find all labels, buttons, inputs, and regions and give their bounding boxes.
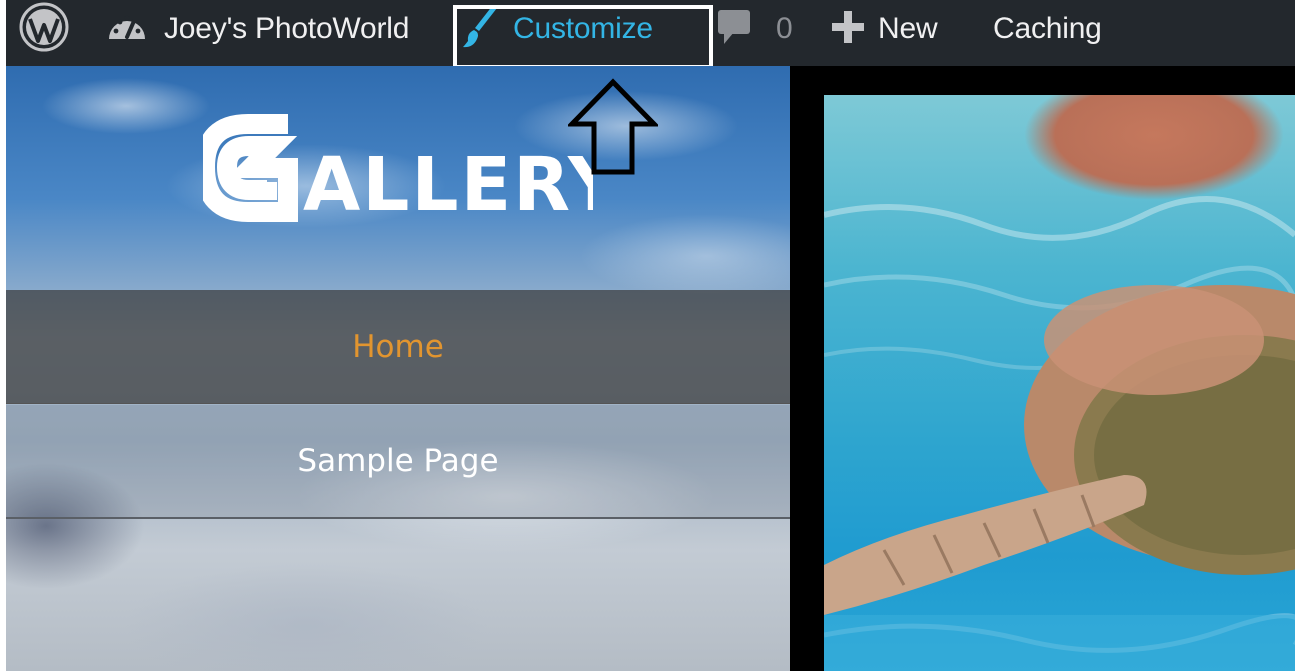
new-label: New [878, 12, 938, 45]
admin-bar: Joey's PhotoWorld Customize 0 New Cachin… [6, 0, 1295, 66]
up-arrow-icon [568, 78, 658, 175]
main-content [790, 66, 1295, 671]
customize-link[interactable]: Customize [463, 0, 713, 58]
customize-label: Customize [513, 12, 653, 45]
site-logo-text: ALLERY [303, 142, 593, 225]
site-name-label: Joey's PhotoWorld [164, 12, 410, 45]
site-logo[interactable]: ALLERY [6, 110, 790, 225]
featured-image-sea-turtle[interactable] [824, 95, 1295, 671]
speech-bubble-icon [716, 8, 752, 51]
wordpress-logo-icon [18, 1, 70, 58]
paintbrush-icon [463, 4, 497, 54]
wordpress-menu[interactable] [18, 0, 70, 58]
nav-item-home[interactable]: Home [6, 290, 790, 404]
caching-menu[interactable]: Caching [993, 0, 1102, 58]
site-name-menu[interactable]: Joey's PhotoWorld [106, 0, 409, 58]
nav-item-sample-page-label: Sample Page [297, 443, 499, 479]
caching-label: Caching [993, 12, 1102, 45]
new-content-menu[interactable]: New [832, 0, 938, 58]
site-header-sidebar: ALLERY Home Sample Page [6, 66, 790, 671]
dashboard-gauge-icon [106, 9, 148, 50]
nav-item-home-label: Home [352, 328, 444, 365]
plus-icon [832, 10, 864, 48]
nav-item-sample-page[interactable]: Sample Page [6, 405, 790, 519]
comments-link[interactable]: 0 [716, 0, 793, 58]
comments-count: 0 [776, 12, 793, 45]
